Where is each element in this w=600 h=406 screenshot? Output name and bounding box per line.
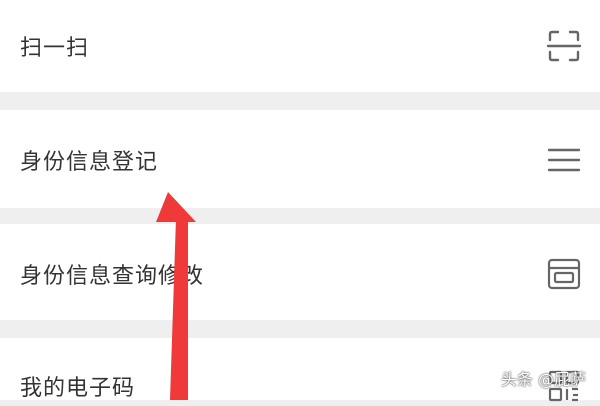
menu-item-label: 身份信息查询修改 xyxy=(20,264,205,289)
scan-icon xyxy=(544,26,584,66)
screen: 扫一扫 身份信息登记 身份信息查询修改 我的电子码 头条 @屁萨 xyxy=(0,0,600,402)
id-card-icon xyxy=(544,254,584,294)
watermark: 头条 @屁萨 xyxy=(500,370,586,389)
menu-item-label: 我的电子码 xyxy=(20,376,136,401)
menu-item-scan[interactable]: 扫一扫 xyxy=(0,0,600,92)
menu-item-identity-query[interactable]: 身份信息查询修改 xyxy=(0,224,600,320)
menu-lines-icon xyxy=(544,140,584,180)
menu-item-label: 扫一扫 xyxy=(20,36,90,61)
menu-item-label: 身份信息登记 xyxy=(20,150,159,175)
menu-item-identity-register[interactable]: 身份信息登记 xyxy=(0,110,600,208)
